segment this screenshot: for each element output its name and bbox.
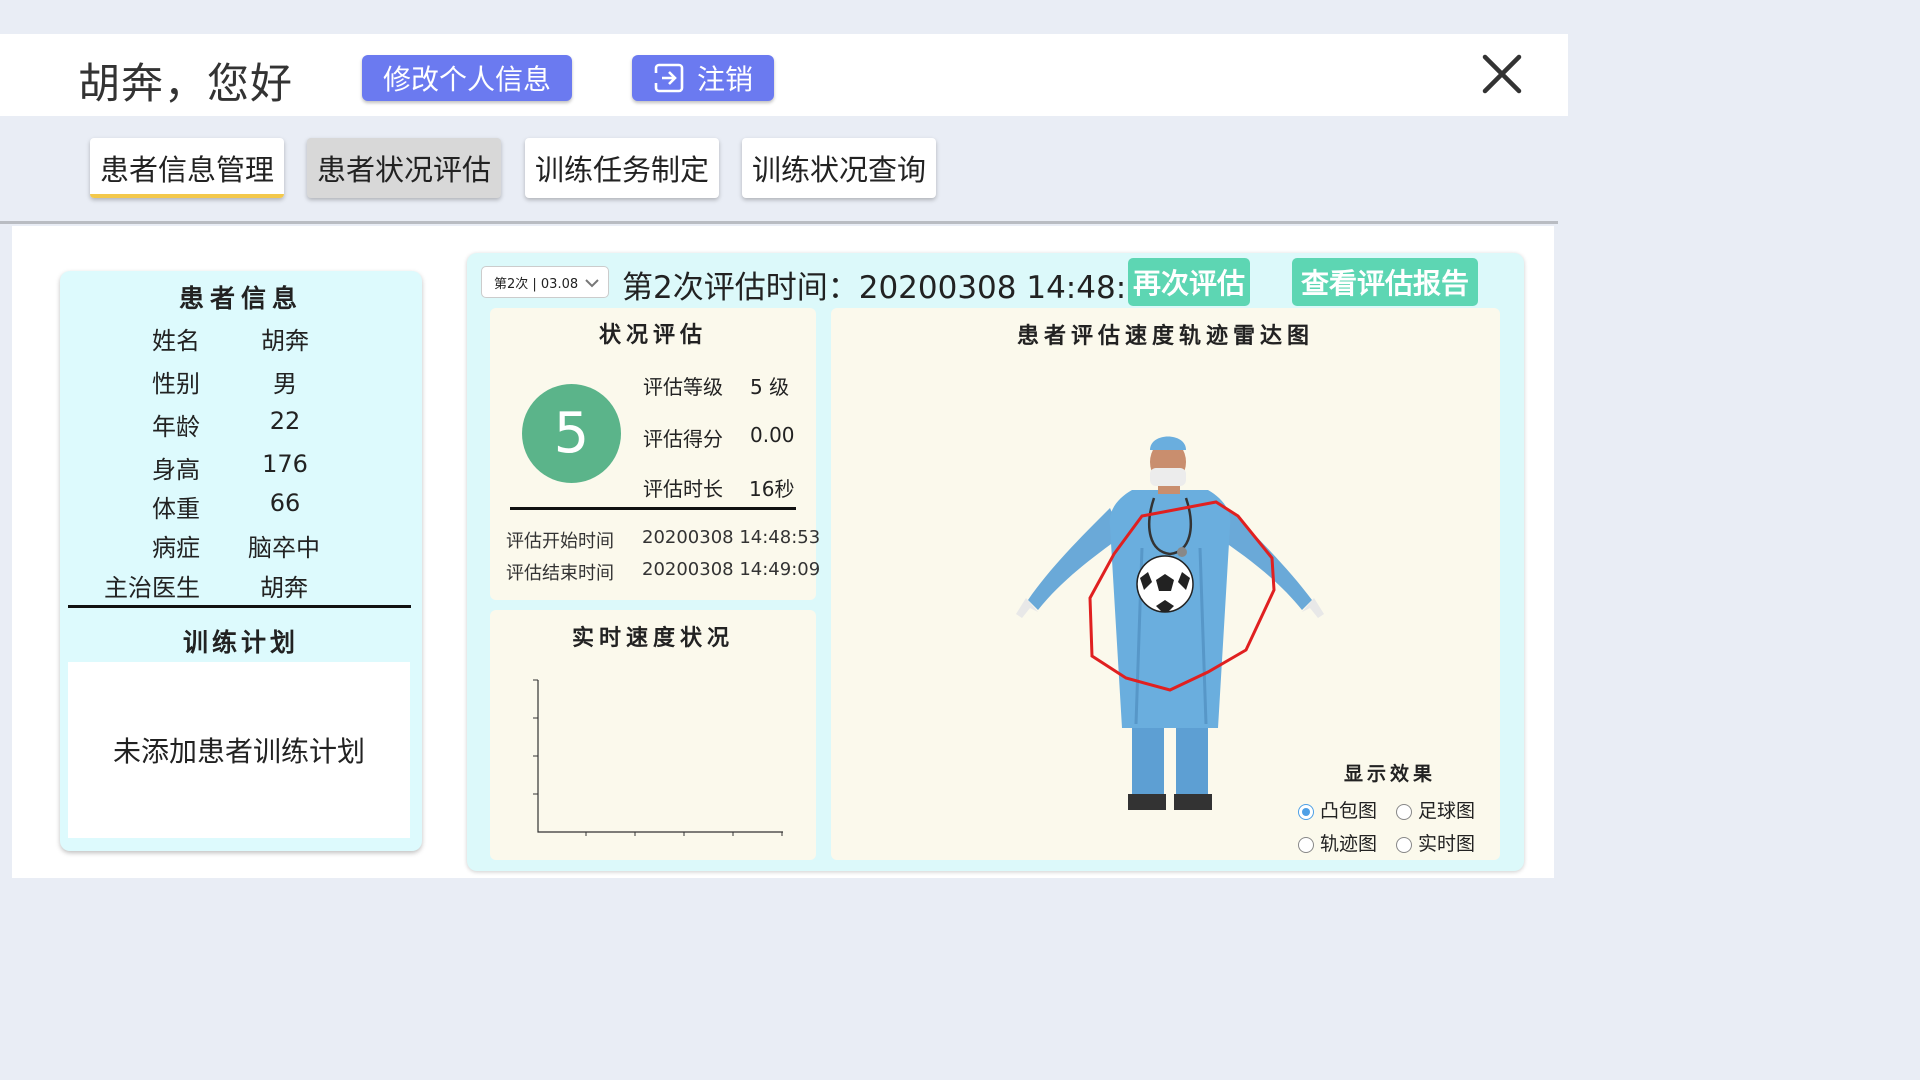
- speed-axes: [533, 679, 783, 836]
- field-value: 脑卒中: [248, 534, 320, 562]
- status-title: 状况评估: [598, 323, 707, 348]
- field-label: 主治医生: [104, 574, 200, 602]
- field-value: 胡奔: [261, 327, 309, 355]
- divider: [0, 221, 1558, 224]
- field-value: 22: [269, 407, 301, 435]
- option-realtime[interactable]: 实时图: [1396, 829, 1475, 856]
- close-icon[interactable]: [1480, 52, 1524, 96]
- option-trajectory[interactable]: 轨迹图: [1298, 829, 1377, 856]
- tab-label: 训练任务制定: [534, 153, 709, 187]
- logout-label: 注销: [696, 63, 753, 96]
- field-value: 176: [262, 450, 308, 478]
- edit-profile-button[interactable]: 修改个人信息: [362, 55, 572, 101]
- start-time-value: 20200308 14:48:53: [642, 527, 821, 548]
- radio[interactable]: [1396, 803, 1412, 820]
- greeting: 胡奔，您好: [78, 59, 294, 108]
- patient-info-title: 患者信息: [178, 284, 303, 313]
- radio-selected[interactable]: [1298, 803, 1314, 820]
- status-divider: [510, 507, 796, 510]
- option-label: 足球图: [1418, 800, 1476, 822]
- duration-label: 评估时长: [643, 477, 723, 501]
- panel-divider: [68, 605, 411, 608]
- score-value: 0.00: [750, 423, 795, 447]
- field-value: 66: [269, 489, 301, 517]
- option-label: 凸包图: [1320, 800, 1378, 822]
- option-convex-hull[interactable]: 凸包图: [1298, 796, 1377, 823]
- logout-icon: [653, 63, 684, 93]
- tab-label: 患者信息管理: [99, 153, 274, 187]
- display-title: 显示效果: [1343, 763, 1436, 785]
- speed-title: 实时速度状况: [571, 626, 734, 651]
- radar-title: 患者评估速度轨迹雷达图: [1016, 324, 1314, 349]
- level-label: 评估等级: [643, 375, 723, 399]
- tab-underline: [90, 194, 284, 198]
- chevron-down-icon: [585, 279, 599, 288]
- tab-label: 患者状况评估: [316, 153, 491, 187]
- training-plan-empty: 未添加患者训练计划: [112, 735, 365, 768]
- level-value: 5 级: [750, 375, 790, 399]
- field-value: 胡奔: [260, 574, 308, 602]
- radio[interactable]: [1298, 836, 1314, 853]
- reevaluate-button[interactable]: 再次评估: [1128, 258, 1250, 306]
- end-time-value: 20200308 14:49:09: [642, 559, 821, 580]
- field-label: 体重: [152, 495, 200, 523]
- training-plan-box: 未添加患者训练计划: [68, 662, 410, 838]
- field-label: 性别: [152, 370, 200, 398]
- select-value: 第2次 | 03.08: [494, 276, 579, 292]
- field-label: 病症: [152, 534, 200, 562]
- start-time-label: 评估开始时间: [506, 531, 614, 552]
- tab-patient-evaluation[interactable]: 患者状况评估: [307, 138, 501, 198]
- field-label: 年龄: [152, 413, 200, 441]
- option-label: 实时图: [1418, 833, 1476, 855]
- radio[interactable]: [1396, 836, 1412, 853]
- option-football[interactable]: 足球图: [1396, 796, 1475, 823]
- view-report-button[interactable]: 查看评估报告: [1292, 258, 1478, 306]
- tab-patient-info[interactable]: 患者信息管理: [90, 138, 284, 198]
- tab-training-plan[interactable]: 训练任务制定: [525, 138, 719, 198]
- duration-value: 16秒: [749, 477, 795, 501]
- training-plan-title: 训练计划: [182, 628, 299, 657]
- field-value: 男: [273, 370, 297, 398]
- field-label: 姓名: [152, 327, 200, 355]
- score-label: 评估得分: [643, 427, 723, 451]
- tab-training-query[interactable]: 训练状况查询: [742, 138, 936, 198]
- evaluation-select[interactable]: 第2次 | 03.08: [481, 266, 609, 298]
- level-circle: 5: [522, 384, 621, 483]
- end-time-label: 评估结束时间: [506, 563, 614, 584]
- evaluation-heading: 第2次评估时间：20200308 14:48:53: [622, 270, 1166, 306]
- patient-figure: [1016, 436, 1324, 810]
- option-label: 轨迹图: [1320, 833, 1378, 855]
- logout-button[interactable]: 注销: [632, 55, 774, 101]
- field-label: 身高: [152, 456, 200, 484]
- tab-label: 训练状况查询: [751, 153, 926, 187]
